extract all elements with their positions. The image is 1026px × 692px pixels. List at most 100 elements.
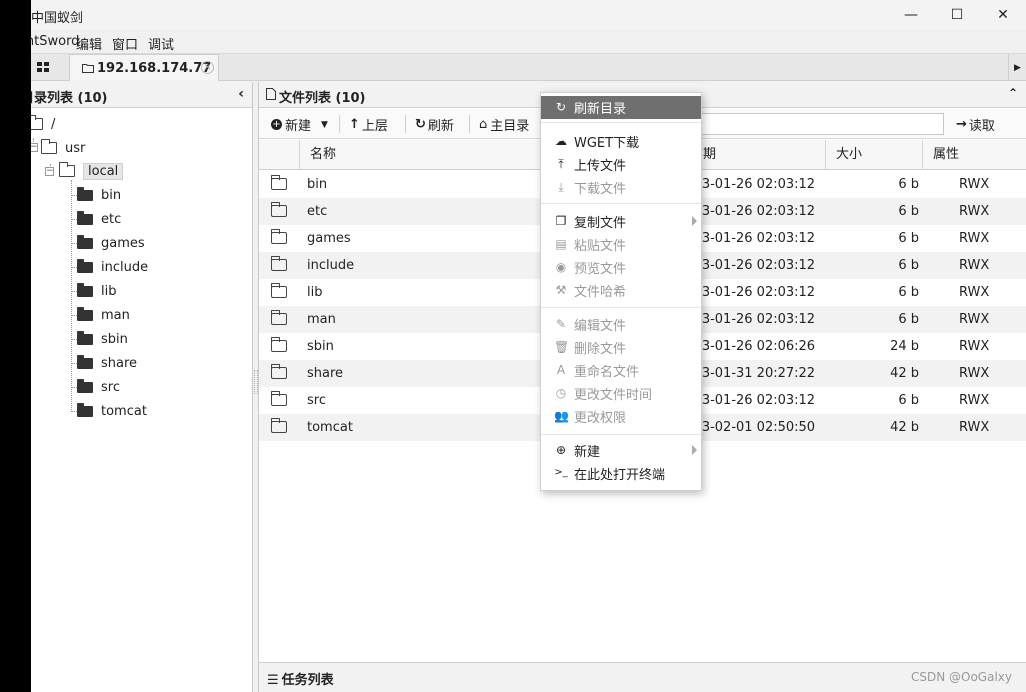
- new-button[interactable]: + 新建 ▼: [271, 115, 328, 134]
- tree-item-tomcat[interactable]: tomcat: [77, 402, 147, 420]
- folder-icon: [77, 354, 93, 369]
- directory-panel-header: 目录列表 (10) ‹: [31, 82, 252, 108]
- column-size[interactable]: 大小: [825, 140, 922, 170]
- home-button[interactable]: ⌂ 主目录: [479, 115, 529, 134]
- menu-antsword[interactable]: AntSword: [31, 34, 79, 49]
- tree-label: local: [83, 162, 124, 180]
- file-name: games: [307, 231, 351, 246]
- task-panel-title: ☰ 任务列表: [267, 673, 334, 688]
- file-attr: RWX: [959, 258, 990, 273]
- refresh-label: 刷新: [427, 119, 454, 134]
- tree-item-games[interactable]: games: [77, 234, 145, 252]
- trash-icon: 🗑: [554, 340, 570, 354]
- folder-icon: [271, 175, 287, 190]
- up-button[interactable]: ↑ 上层: [349, 115, 388, 134]
- file-size: 24 b: [890, 339, 919, 354]
- minimize-button[interactable]: —: [888, 0, 934, 30]
- file-attr: RWX: [959, 231, 990, 246]
- font-icon: A: [556, 363, 566, 377]
- menu-paste-file[interactable]: ▤ 粘贴文件: [541, 233, 701, 256]
- menu-window[interactable]: 窗口: [112, 34, 138, 53]
- file-size: 6 b: [898, 312, 919, 327]
- folder-icon: [271, 310, 287, 325]
- paste-icon: ▤: [555, 237, 567, 251]
- tree-item-usr[interactable]: usr: [41, 139, 85, 157]
- tree-label: tomcat: [101, 403, 147, 419]
- tab-close-icon[interactable]: ✕: [201, 61, 214, 74]
- new-label: 新建: [285, 119, 312, 134]
- file-size: 6 b: [898, 285, 919, 300]
- menu-change-permission[interactable]: 👥 更改权限: [541, 405, 701, 428]
- menu-edit[interactable]: 编辑: [76, 34, 102, 53]
- maximize-icon: ☐: [950, 7, 964, 23]
- tree-item-bin[interactable]: bin: [77, 186, 121, 204]
- file-attr: RWX: [959, 177, 990, 192]
- menu-file-hash[interactable]: ⚒ 文件哈希: [541, 279, 701, 302]
- users-icon: 👥: [554, 409, 569, 423]
- menu-change-time[interactable]: ◷ 更改文件时间: [541, 382, 701, 405]
- menu-rename-file[interactable]: A 重命名文件: [541, 359, 701, 382]
- grid-view-button[interactable]: [31, 54, 55, 80]
- tree-item-src[interactable]: src: [77, 378, 120, 396]
- tree-item-lib[interactable]: lib: [77, 282, 116, 300]
- tree-label: etc: [101, 211, 122, 227]
- menu-preview-file[interactable]: ◉ 预览文件: [541, 256, 701, 279]
- menu-wget-download[interactable]: ☁ WGET下载: [541, 130, 701, 153]
- folder-icon: [77, 210, 93, 225]
- refresh-icon: ↻: [555, 100, 567, 114]
- read-button[interactable]: → 读取: [956, 115, 995, 134]
- clock-icon: ◷: [555, 386, 567, 400]
- menu-refresh-directory[interactable]: ↻ 刷新目录: [541, 96, 701, 119]
- menu-new[interactable]: ⊕ 新建: [541, 439, 701, 462]
- menu-copy-file[interactable]: ❐ 复制文件: [541, 210, 701, 233]
- arrow-right-icon: →: [956, 117, 967, 132]
- column-attr[interactable]: 属性: [922, 140, 1026, 170]
- refresh-button[interactable]: ↻ 刷新: [415, 115, 454, 134]
- menu-open-terminal[interactable]: >_ 在此处打开终端: [541, 462, 701, 485]
- tree-item-etc[interactable]: etc: [77, 210, 121, 228]
- tree-item-root[interactable]: /: [31, 115, 55, 133]
- folder-icon: [271, 391, 287, 406]
- menu-edit-file[interactable]: ✎ 编辑文件: [541, 313, 701, 336]
- file-name: man: [307, 312, 336, 327]
- context-menu: ↻ 刷新目录 ☁ WGET下载 ⤒ 上传文件 ⤓ 下载文件 ❐ 复制文件 ▤ 粘贴文件 ◉ 预…: [540, 92, 702, 491]
- file-attr: RWX: [959, 312, 990, 327]
- arrow-up-icon: ↑: [349, 117, 360, 132]
- tab-scroll-right-icon[interactable]: ▶: [1008, 54, 1026, 81]
- menu-download-file[interactable]: ⤓ 下载文件: [541, 176, 701, 199]
- menu-delete-file[interactable]: 🗑 删除文件: [541, 336, 701, 359]
- up-label: 上层: [361, 119, 388, 134]
- menu-upload-file[interactable]: ⤒ 上传文件: [541, 153, 701, 176]
- collapse-left-icon[interactable]: ‹: [238, 86, 244, 102]
- plus-circle-icon: ⊕: [555, 443, 567, 457]
- file-name: src: [307, 393, 326, 408]
- folder-icon: [82, 64, 94, 73]
- eye-icon: ◉: [555, 260, 567, 274]
- collapse-usr-icon[interactable]: −: [31, 143, 38, 152]
- tree-label: man: [101, 307, 130, 323]
- folder-icon: [271, 283, 287, 298]
- menu-debug[interactable]: 调试: [148, 34, 174, 53]
- tree-item-include[interactable]: include: [77, 258, 148, 276]
- folder-icon: [271, 418, 287, 433]
- app-window: 中国蚁剑 — ☐ ✕ AntSword 编辑 窗口 调试 192.168.174…: [31, 0, 1026, 692]
- terminal-icon: >_: [554, 467, 568, 478]
- collapse-up-icon[interactable]: ⌃: [1008, 86, 1018, 100]
- file-size: 6 b: [898, 393, 919, 408]
- file-attr: RWX: [959, 204, 990, 219]
- tree-item-share[interactable]: share: [77, 354, 137, 372]
- close-button[interactable]: ✕: [980, 0, 1026, 30]
- tab-host[interactable]: 192.168.174.77 ✕: [69, 54, 219, 81]
- file-attr: RWX: [959, 366, 990, 381]
- collapse-local-icon[interactable]: −: [45, 167, 54, 176]
- tree-item-local[interactable]: local: [59, 162, 124, 180]
- folder-icon: [271, 202, 287, 217]
- file-size: 6 b: [898, 177, 919, 192]
- tree-item-man[interactable]: man: [77, 306, 130, 324]
- folder-icon: [77, 306, 93, 321]
- title-bar: 中国蚁剑 — ☐ ✕: [31, 0, 1026, 30]
- tab-bar: 192.168.174.77 ✕ ▶: [31, 54, 1026, 81]
- tree-item-sbin[interactable]: sbin: [77, 330, 128, 348]
- file-name: include: [307, 258, 355, 273]
- maximize-button[interactable]: ☐: [934, 0, 980, 30]
